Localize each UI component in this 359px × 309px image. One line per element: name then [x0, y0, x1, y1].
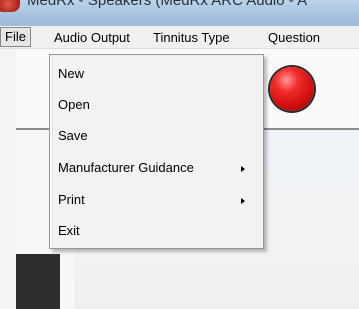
- left-strip: [0, 49, 16, 309]
- menu-question[interactable]: Question: [268, 29, 320, 46]
- app-icon: [0, 0, 20, 12]
- menu-tinnitus-type[interactable]: Tinnitus Type: [153, 29, 230, 46]
- menu-item-exit[interactable]: Exit: [50, 218, 263, 246]
- dark-panel: [16, 254, 60, 309]
- menu-item-new[interactable]: New: [50, 61, 263, 89]
- submenu-arrow-icon: [241, 166, 245, 172]
- menu-item-label: Save: [58, 128, 88, 143]
- menu-item-save[interactable]: Save: [50, 123, 263, 151]
- menu-item-label: Exit: [58, 223, 80, 238]
- menu-item-print[interactable]: Print: [50, 187, 263, 215]
- submenu-arrow-icon: [241, 198, 245, 204]
- menu-item-open[interactable]: Open: [50, 92, 263, 120]
- menu-audio-output[interactable]: Audio Output: [54, 29, 130, 46]
- menu-file[interactable]: File: [0, 27, 31, 47]
- record-button[interactable]: [270, 67, 314, 111]
- window-title: MedRx - Speakers (MedRx ARC Audio - A: [27, 0, 308, 9]
- menu-item-label: Open: [58, 97, 90, 112]
- menu-item-label: Print: [58, 192, 85, 207]
- menu-item-manufacturer-guidance[interactable]: Manufacturer Guidance: [50, 155, 263, 183]
- title-bar: MedRx - Speakers (MedRx ARC Audio - A: [0, 0, 359, 26]
- file-menu-dropdown: New Open Save Manufacturer Guidance Prin…: [49, 54, 264, 249]
- menu-bar: File Audio Output Tinnitus Type Question: [0, 26, 359, 49]
- menu-item-label: Manufacturer Guidance: [58, 160, 194, 175]
- menu-item-label: New: [58, 66, 85, 81]
